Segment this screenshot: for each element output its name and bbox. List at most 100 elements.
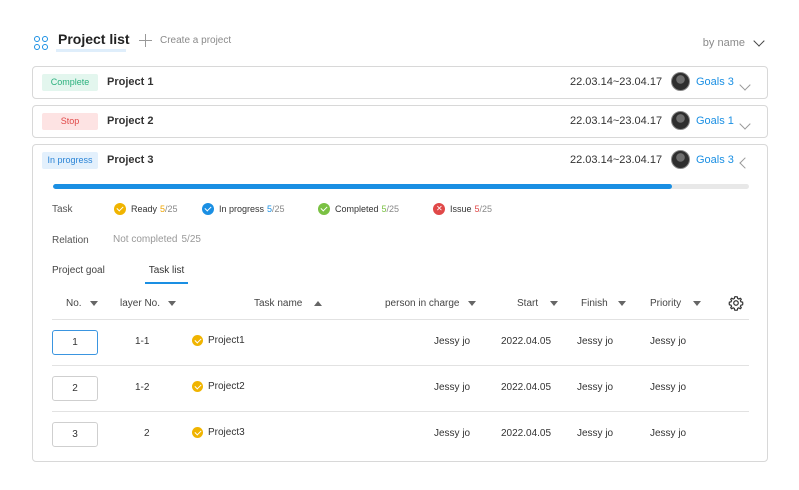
relation-value: Not completed 5/25: [113, 234, 201, 245]
page-title: Project list: [58, 31, 130, 47]
column-finish[interactable]: Finish: [581, 298, 626, 309]
project-card-header: Complete Project 1 22.03.14~23.04.17 Goa…: [33, 67, 767, 98]
goals-link[interactable]: Goals 1: [696, 115, 734, 127]
create-project-label: Create a project: [160, 35, 232, 46]
sort-down-icon: [467, 301, 476, 306]
status-badge: Complete: [42, 74, 98, 91]
check-circle-icon: [192, 381, 203, 392]
finish-cell: Jessy jo: [577, 336, 614, 347]
status-count: 5/25: [267, 204, 285, 214]
project-dates: 22.03.14~23.04.17: [570, 115, 663, 127]
person-cell: Jessy jo: [434, 336, 471, 347]
expand-toggle[interactable]: [739, 76, 755, 91]
project-name: Project 2: [107, 115, 154, 127]
avatar: [671, 150, 690, 169]
table-row[interactable]: 3 2 Project3 Jessy jo 2022.04.05 Jessy j…: [52, 412, 749, 458]
grid-icon: [34, 36, 48, 50]
chevron-down-icon: [753, 35, 765, 47]
sort-down-icon: [168, 301, 177, 306]
chevron-down-icon: [739, 79, 751, 91]
tab-project-goal[interactable]: Project goal: [52, 265, 105, 276]
status-issue: Issue 5/25: [433, 203, 492, 215]
column-start[interactable]: Start: [517, 298, 559, 309]
start-cell: 2022.04.05: [501, 336, 552, 347]
status-label: Issue: [450, 204, 472, 214]
create-project-button[interactable]: Create a project: [139, 34, 231, 47]
expand-toggle[interactable]: [739, 115, 755, 130]
priority-cell: Jessy jo: [650, 428, 687, 439]
check-circle-icon: [192, 427, 203, 438]
sort-down-icon: [550, 301, 559, 306]
priority-cell: Jessy jo: [650, 382, 687, 393]
priority-cell: Jessy jo: [650, 336, 687, 347]
column-person-in-charge[interactable]: person in charge: [385, 298, 476, 309]
status-label: Completed: [335, 204, 379, 214]
column-task-name[interactable]: Task name: [254, 298, 323, 309]
chevron-left-icon: [739, 157, 751, 169]
sort-down-icon: [693, 301, 702, 306]
finish-cell: Jessy jo: [577, 382, 614, 393]
project-card-header[interactable]: In progress Project 3 22.03.14~23.04.17 …: [33, 145, 767, 176]
status-badge: Stop: [42, 113, 98, 130]
progress-fill: [53, 184, 673, 189]
row-number-input[interactable]: 3: [52, 422, 98, 447]
goals-link[interactable]: Goals 3: [696, 76, 734, 88]
sort-dropdown[interactable]: by name: [702, 35, 765, 49]
status-label: Ready: [131, 204, 158, 214]
task-label: Task: [52, 204, 73, 215]
task-name-cell: Project2: [192, 381, 245, 392]
collapse-toggle[interactable]: [739, 154, 755, 169]
project-card-1[interactable]: Complete Project 1 22.03.14~23.04.17 Goa…: [32, 66, 768, 99]
status-count: 5/25: [160, 204, 178, 214]
task-name-cell: Project1: [192, 335, 245, 346]
tab-task-list[interactable]: Task list: [145, 265, 188, 284]
project-card-2[interactable]: Stop Project 2 22.03.14~23.04.17 Goals 1: [32, 105, 768, 138]
column-priority[interactable]: Priority: [650, 298, 702, 309]
person-cell: Jessy jo: [434, 428, 471, 439]
start-cell: 2022.04.05: [501, 428, 552, 439]
column-layer-no[interactable]: layer No.: [120, 298, 177, 309]
progress-bar: [53, 184, 749, 189]
table-row[interactable]: 2 1-2 Project2 Jessy jo 2022.04.05 Jessy…: [52, 366, 749, 412]
avatar: [671, 72, 690, 91]
status-badge: In progress: [42, 152, 98, 169]
status-completed: Completed 5/25: [318, 203, 399, 215]
layer-no-cell: 1-2: [135, 382, 150, 393]
sort-label: by name: [702, 37, 745, 49]
task-name-cell: Project3: [192, 427, 245, 438]
check-circle-icon: [202, 203, 214, 215]
table-row[interactable]: 1 1-1 Project1 Jessy jo 2022.04.05 Jessy…: [52, 320, 749, 366]
sort-up-icon: [314, 301, 323, 306]
settings-gear-icon[interactable]: [728, 295, 744, 311]
sort-down-icon: [89, 301, 98, 306]
status-label: In progress: [219, 204, 265, 214]
project-name: Project 1: [107, 76, 154, 88]
check-circle-icon: [318, 203, 330, 215]
check-circle-icon: [192, 335, 203, 346]
layer-no-cell: 2: [144, 428, 150, 439]
project-card-header: Stop Project 2 22.03.14~23.04.17 Goals 1: [33, 106, 767, 137]
row-number-input[interactable]: 1: [52, 330, 98, 355]
layer-no-cell: 1-1: [135, 336, 150, 347]
plus-icon: [139, 34, 152, 47]
page-header: Project list Create a project by name: [0, 0, 799, 62]
relation-label: Relation: [52, 235, 89, 246]
sort-down-icon: [617, 301, 626, 306]
column-no[interactable]: No.: [66, 298, 98, 309]
chevron-down-icon: [739, 118, 751, 130]
status-count: 5/25: [381, 204, 400, 214]
table-header: No. layer No. Task name person in charge…: [52, 292, 749, 320]
project-dates: 22.03.14~23.04.17: [570, 154, 663, 166]
status-in-progress: In progress 5/25: [202, 203, 285, 215]
project-name: Project 3: [107, 154, 154, 166]
project-dates: 22.03.14~23.04.17: [570, 76, 663, 88]
goals-link[interactable]: Goals 3: [696, 154, 734, 166]
row-number-input[interactable]: 2: [52, 376, 98, 401]
issue-x-icon: [433, 203, 445, 215]
project-card-3: In progress Project 3 22.03.14~23.04.17 …: [32, 144, 768, 462]
person-cell: Jessy jo: [434, 382, 471, 393]
start-cell: 2022.04.05: [501, 382, 552, 393]
status-ready: Ready 5/25: [114, 203, 178, 215]
avatar: [671, 111, 690, 130]
check-circle-icon: [114, 203, 126, 215]
